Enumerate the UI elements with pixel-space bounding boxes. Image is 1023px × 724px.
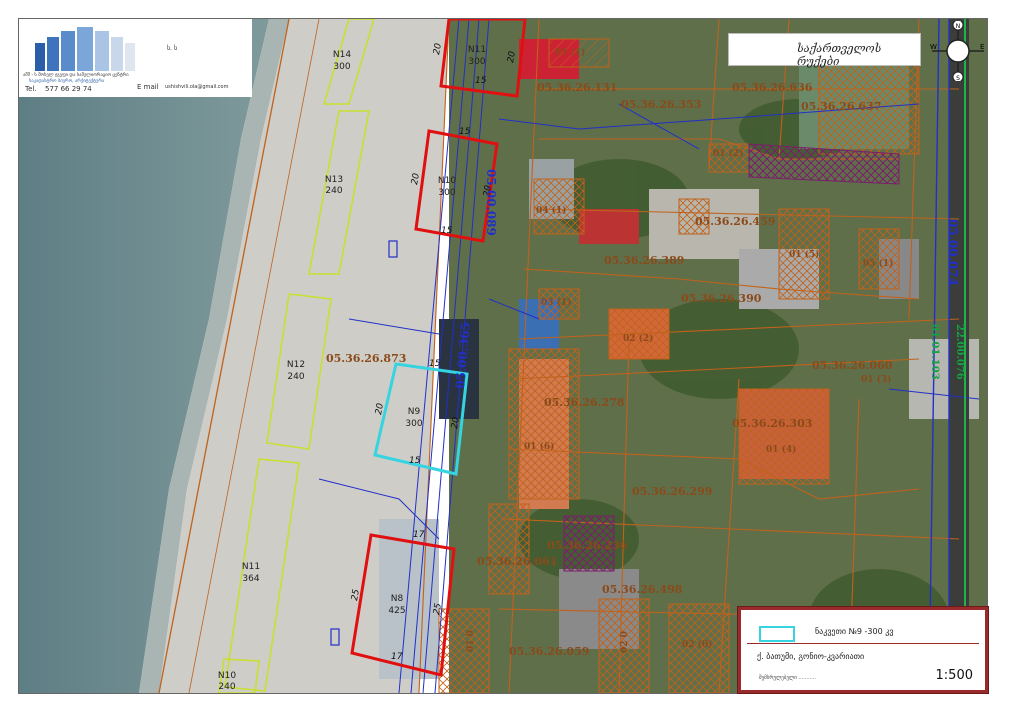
compass-n: N bbox=[956, 23, 961, 30]
plot-10-num: N10 bbox=[438, 176, 456, 186]
dim: 20 bbox=[450, 416, 462, 429]
compass-icon: N S W E bbox=[930, 21, 984, 81]
compass-e: E bbox=[980, 43, 984, 51]
map-frame[interactable]: N14 300 N13 240 N12 240 N11 364 N10 240 … bbox=[18, 18, 988, 694]
email-label: E mail bbox=[137, 83, 159, 91]
cadastral-label: 05.36.26.303 bbox=[732, 417, 812, 430]
cadastral-label: 05.36.26.389 bbox=[604, 254, 684, 267]
plot-11-area: 300 bbox=[468, 57, 485, 67]
plot-12-num: N12 bbox=[287, 360, 305, 370]
cadastral-label: 05.36.26.059 bbox=[509, 645, 589, 658]
plot-12-area: 240 bbox=[287, 372, 304, 382]
plot-9-num: N9 bbox=[408, 407, 421, 417]
building-label: 02 (2) bbox=[623, 333, 653, 344]
cadastral-label: 05.36.26.060 bbox=[812, 359, 893, 372]
dim: 15 bbox=[409, 456, 421, 466]
plot-10-area: 300 bbox=[438, 188, 455, 198]
legend-divider bbox=[747, 643, 979, 644]
dim: 20 bbox=[374, 402, 386, 415]
cadastral-label: 05.36.26.873 bbox=[326, 352, 406, 365]
cadastral-label: 05.36.26.459 bbox=[695, 215, 775, 228]
plot-13-num: N13 bbox=[325, 175, 343, 185]
dim: 25 bbox=[432, 602, 444, 615]
dim: 20 bbox=[410, 172, 422, 185]
building-label: 02 0 bbox=[620, 631, 630, 653]
ka-small: ს. ს bbox=[167, 45, 178, 52]
legend-executor: შემსრულებელი ........... bbox=[759, 675, 816, 681]
plot-14-num: N14 bbox=[333, 50, 351, 60]
legend-row: ნაკვეთი №9 -300 კვ bbox=[751, 620, 977, 642]
road-label: 22.00.076 bbox=[954, 324, 965, 380]
legend-location: ქ. ბათუმი, გონიო-კვარიათი bbox=[757, 652, 865, 661]
company-logo bbox=[35, 27, 135, 71]
cadastral-label: 05.36.26.061 bbox=[477, 555, 557, 568]
compass-w: W bbox=[930, 43, 937, 51]
cadastral-label: 05.36.26.299 bbox=[632, 485, 712, 498]
building-label: 01 (5) bbox=[789, 249, 819, 260]
building-label: 01 (4) bbox=[766, 444, 796, 455]
plot-11b-num: N11 bbox=[242, 562, 260, 572]
company-header: ს. ს აშშ - ს მოხელ ჯგუფი და სამელიორაციო… bbox=[19, 19, 252, 97]
building-label: 01 0 bbox=[466, 630, 476, 652]
cadastral-label: 05.36.26.278 bbox=[544, 396, 625, 409]
compass-panel: საქართველოს რუქები bbox=[728, 33, 921, 68]
plot-9-area: 300 bbox=[405, 419, 422, 429]
building-label: 01 (6) bbox=[524, 441, 554, 452]
plot-8-area: 425 bbox=[388, 606, 405, 616]
company-line-2: საკადასტრო ბიურო, არქიტექტურა bbox=[29, 79, 105, 84]
cadastral-label: 05.36.26.353 bbox=[621, 98, 701, 111]
road-label: 05.00.089 bbox=[484, 169, 498, 236]
legend-scale: 1:500 bbox=[935, 668, 973, 683]
plot-13-area: 240 bbox=[325, 186, 342, 196]
plot-8-num: N8 bbox=[391, 594, 404, 604]
compass-signature: საქართველოს რუქები bbox=[797, 42, 882, 68]
dim: 15 bbox=[429, 359, 441, 369]
map-canvas[interactable]: N14 300 N13 240 N12 240 N11 364 N10 240 … bbox=[19, 19, 987, 693]
tel-label: Tel. bbox=[25, 85, 37, 93]
road-label: 01.01.103 bbox=[929, 324, 940, 380]
plot-10b-area: 240 bbox=[218, 682, 235, 692]
road-label: 05.00.074 bbox=[946, 219, 960, 286]
cadastral-label: 05.36.26.131 bbox=[537, 81, 617, 94]
legend-item-label: ნაკვეთი №9 -300 კვ bbox=[815, 627, 894, 636]
building-label: 01 (2) bbox=[713, 148, 743, 159]
building-label: 01 (3) bbox=[861, 374, 891, 385]
tel-value: 577 66 29 74 bbox=[45, 85, 92, 93]
cadastral-label: 05.36.26.636 bbox=[732, 81, 813, 94]
cadastral-label: 05.36.26.390 bbox=[681, 292, 762, 305]
dim: 15 bbox=[459, 127, 471, 137]
plot-14-area: 300 bbox=[333, 62, 350, 72]
dim: 25 bbox=[350, 588, 362, 601]
dim: 15 bbox=[441, 226, 453, 236]
building-label: 01 (1) bbox=[555, 47, 585, 58]
dim: 15 bbox=[475, 76, 487, 86]
company-line-1: აშშ - ს მოხელ ჯგუფი და სამელიორაციო ცენტ… bbox=[23, 73, 129, 78]
legend-panel: ნაკვეთი №9 -300 კვ ქ. ბათუმი, გონიო-კვარ… bbox=[738, 607, 988, 693]
cadastral-label: 05.36.26.637 bbox=[801, 100, 881, 113]
compass-s: S bbox=[956, 75, 960, 81]
dim: 17 bbox=[413, 530, 425, 540]
building-label: 04 (1) bbox=[536, 205, 566, 216]
plot-10b-num: N10 bbox=[218, 671, 236, 681]
email-value: ushishvili.ola@gmail.com bbox=[165, 84, 229, 90]
cadastral-label: 05.36.26.236 bbox=[547, 539, 628, 552]
building-label: 03 (1) bbox=[541, 297, 571, 308]
building-label: 02 (0) bbox=[682, 639, 712, 650]
cadastral-label: 05.36.26.498 bbox=[602, 583, 683, 596]
dim: 20 bbox=[432, 42, 444, 55]
building-label: 05 (1) bbox=[863, 258, 893, 269]
dim: 17 bbox=[391, 652, 403, 662]
dim: 20 bbox=[506, 50, 518, 63]
plot-11b-area: 364 bbox=[242, 574, 259, 584]
legend-swatch bbox=[759, 626, 795, 642]
plot-11-num: N11 bbox=[468, 45, 486, 55]
